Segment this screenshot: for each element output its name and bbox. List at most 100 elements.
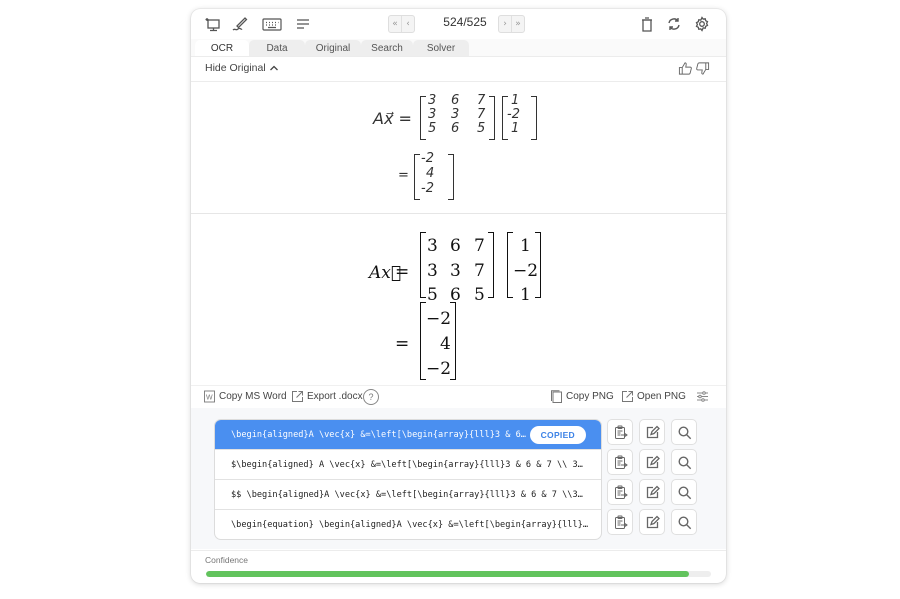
format-settings-button[interactable] (696, 390, 709, 403)
matrix-cell: 3 (427, 261, 438, 281)
handwritten-lhs: Ax⃗ = (373, 109, 412, 128)
export-actions-bar: W Copy MS Word Export .docx ? Copy PNG O… (191, 385, 726, 409)
handwritten-cell: 3 (451, 107, 460, 122)
handwritten-cell: 7 (477, 107, 486, 122)
rendered-math: Ax⃗ = 3 6 7 3 3 7 5 6 5 1 −2 1 = −2 4 −2 (191, 214, 726, 384)
last-page-button[interactable]: » (511, 16, 524, 32)
copy-icon (551, 390, 562, 403)
result-cell: −2 (426, 359, 452, 379)
hide-original-label: Hide Original (205, 62, 266, 74)
search-icon (677, 455, 692, 470)
next-page-button[interactable]: › (499, 16, 511, 32)
settings-gear-icon[interactable] (693, 15, 711, 33)
latex-result-row[interactable]: \begin{equation} \begin{aligned}A \vec{x… (215, 509, 601, 539)
export-docx-button[interactable]: Export .docx (291, 390, 363, 403)
edit-icon (645, 455, 660, 470)
copy-latex-button[interactable] (607, 479, 633, 505)
thumbs-down-icon[interactable] (695, 61, 710, 76)
latex-result-text: \begin{aligned}A \vec{x} &=\left[\begin{… (231, 429, 526, 440)
hide-original-button[interactable]: Hide Original (205, 62, 279, 74)
edit-icon (645, 485, 660, 500)
search-latex-button[interactable] (671, 449, 697, 475)
copy-latex-button[interactable] (607, 449, 633, 475)
external-link-icon (292, 391, 303, 402)
latex-result-row[interactable]: $\begin{aligned} A \vec{x} &=\left[\begi… (215, 449, 601, 479)
refresh-icon[interactable] (665, 15, 683, 33)
edit-icon (645, 425, 660, 440)
handwritten-cell: -2 (507, 107, 520, 122)
search-icon (677, 515, 692, 530)
tab-search[interactable]: Search (361, 40, 413, 56)
handwritten-cell: 1 (511, 121, 520, 136)
open-png-button[interactable]: Open PNG (621, 390, 686, 403)
first-page-button[interactable]: « (389, 16, 401, 32)
text-lines-icon[interactable] (294, 15, 312, 33)
edit-latex-button[interactable] (639, 509, 665, 535)
search-latex-button[interactable] (671, 509, 697, 535)
screen-capture-icon[interactable] (204, 15, 222, 33)
handwritten-cell: 5 (428, 121, 437, 136)
external-link-icon (622, 391, 633, 402)
tab-data[interactable]: Data (249, 40, 305, 56)
keyboard-icon[interactable] (261, 15, 283, 33)
help-button[interactable]: ? (363, 389, 379, 405)
handwritten-equals: = (398, 168, 409, 183)
vector-cell: 1 (520, 285, 531, 305)
handwriting-pen-icon[interactable] (231, 15, 249, 33)
latex-result-row[interactable]: $$ \begin{aligned}A \vec{x} &=\left[\beg… (215, 479, 601, 509)
confidence-bar-fill (206, 571, 689, 577)
latex-results-list: \begin{aligned}A \vec{x} &=\left[\begin{… (214, 419, 602, 540)
matrix-bracket-left (420, 232, 426, 298)
nav-forward-group: › » (498, 15, 525, 33)
handwritten-cell: 1 (511, 93, 520, 108)
open-png-label: Open PNG (637, 391, 686, 402)
matrix-cell: 7 (474, 236, 485, 256)
handwritten-bracket (414, 154, 420, 200)
thumbs-up-icon[interactable] (678, 61, 693, 76)
latex-result-text: $\begin{aligned} A \vec{x} &=\left[\begi… (231, 459, 583, 470)
export-docx-label: Export .docx (307, 391, 363, 402)
copy-ms-word-button[interactable]: W Copy MS Word (203, 390, 287, 403)
prev-page-button[interactable]: ‹ (401, 16, 414, 32)
tab-ocr[interactable]: OCR (195, 40, 249, 56)
latex-result-row[interactable]: \begin{aligned}A \vec{x} &=\left[\begin{… (215, 420, 601, 449)
confidence-section: Confidence (191, 550, 726, 583)
handwritten-cell: 3 (428, 107, 437, 122)
copy-ms-word-label: Copy MS Word (219, 391, 287, 402)
copy-png-label: Copy PNG (566, 391, 614, 402)
tab-original[interactable]: Original (305, 40, 361, 56)
vector-bracket-right (535, 232, 541, 298)
trash-icon[interactable] (638, 15, 656, 33)
handwritten-cell: 5 (477, 121, 486, 136)
edit-latex-button[interactable] (639, 449, 665, 475)
search-latex-button[interactable] (671, 419, 697, 445)
copy-latex-button[interactable] (607, 419, 633, 445)
result-bracket-right (450, 302, 456, 380)
ms-word-icon: W (204, 390, 215, 403)
handwritten-cell: 6 (451, 93, 460, 108)
matrix-cell: 3 (450, 261, 461, 281)
search-latex-button[interactable] (671, 479, 697, 505)
handwritten-cell: 4 (426, 166, 435, 181)
search-icon (677, 425, 692, 440)
latex-result-text: \begin{equation} \begin{aligned}A \vec{x… (231, 519, 588, 530)
sliders-icon (697, 391, 708, 402)
copy-to-clipboard-icon (613, 485, 628, 500)
copy-latex-button[interactable] (607, 509, 633, 535)
handwritten-bracket (420, 96, 426, 140)
handwritten-bracket (531, 96, 537, 140)
copy-to-clipboard-icon (613, 515, 628, 530)
edit-icon (645, 515, 660, 530)
edit-latex-button[interactable] (639, 479, 665, 505)
edit-latex-button[interactable] (639, 419, 665, 445)
svg-text:W: W (206, 395, 213, 402)
copy-png-button[interactable]: Copy PNG (550, 390, 614, 403)
matrix-cell: 7 (474, 261, 485, 281)
tab-solver[interactable]: Solver (413, 40, 469, 56)
matrix-cell: 3 (427, 236, 438, 256)
tab-bar: OCR Data Original Search Solver (191, 39, 726, 57)
handwritten-cell: 7 (477, 93, 486, 108)
mathpix-snip-window: « ‹ 524/525 › » OCR Data Original Search… (191, 9, 726, 583)
handwritten-bracket (489, 96, 495, 140)
math-equals-2: = (395, 334, 410, 354)
